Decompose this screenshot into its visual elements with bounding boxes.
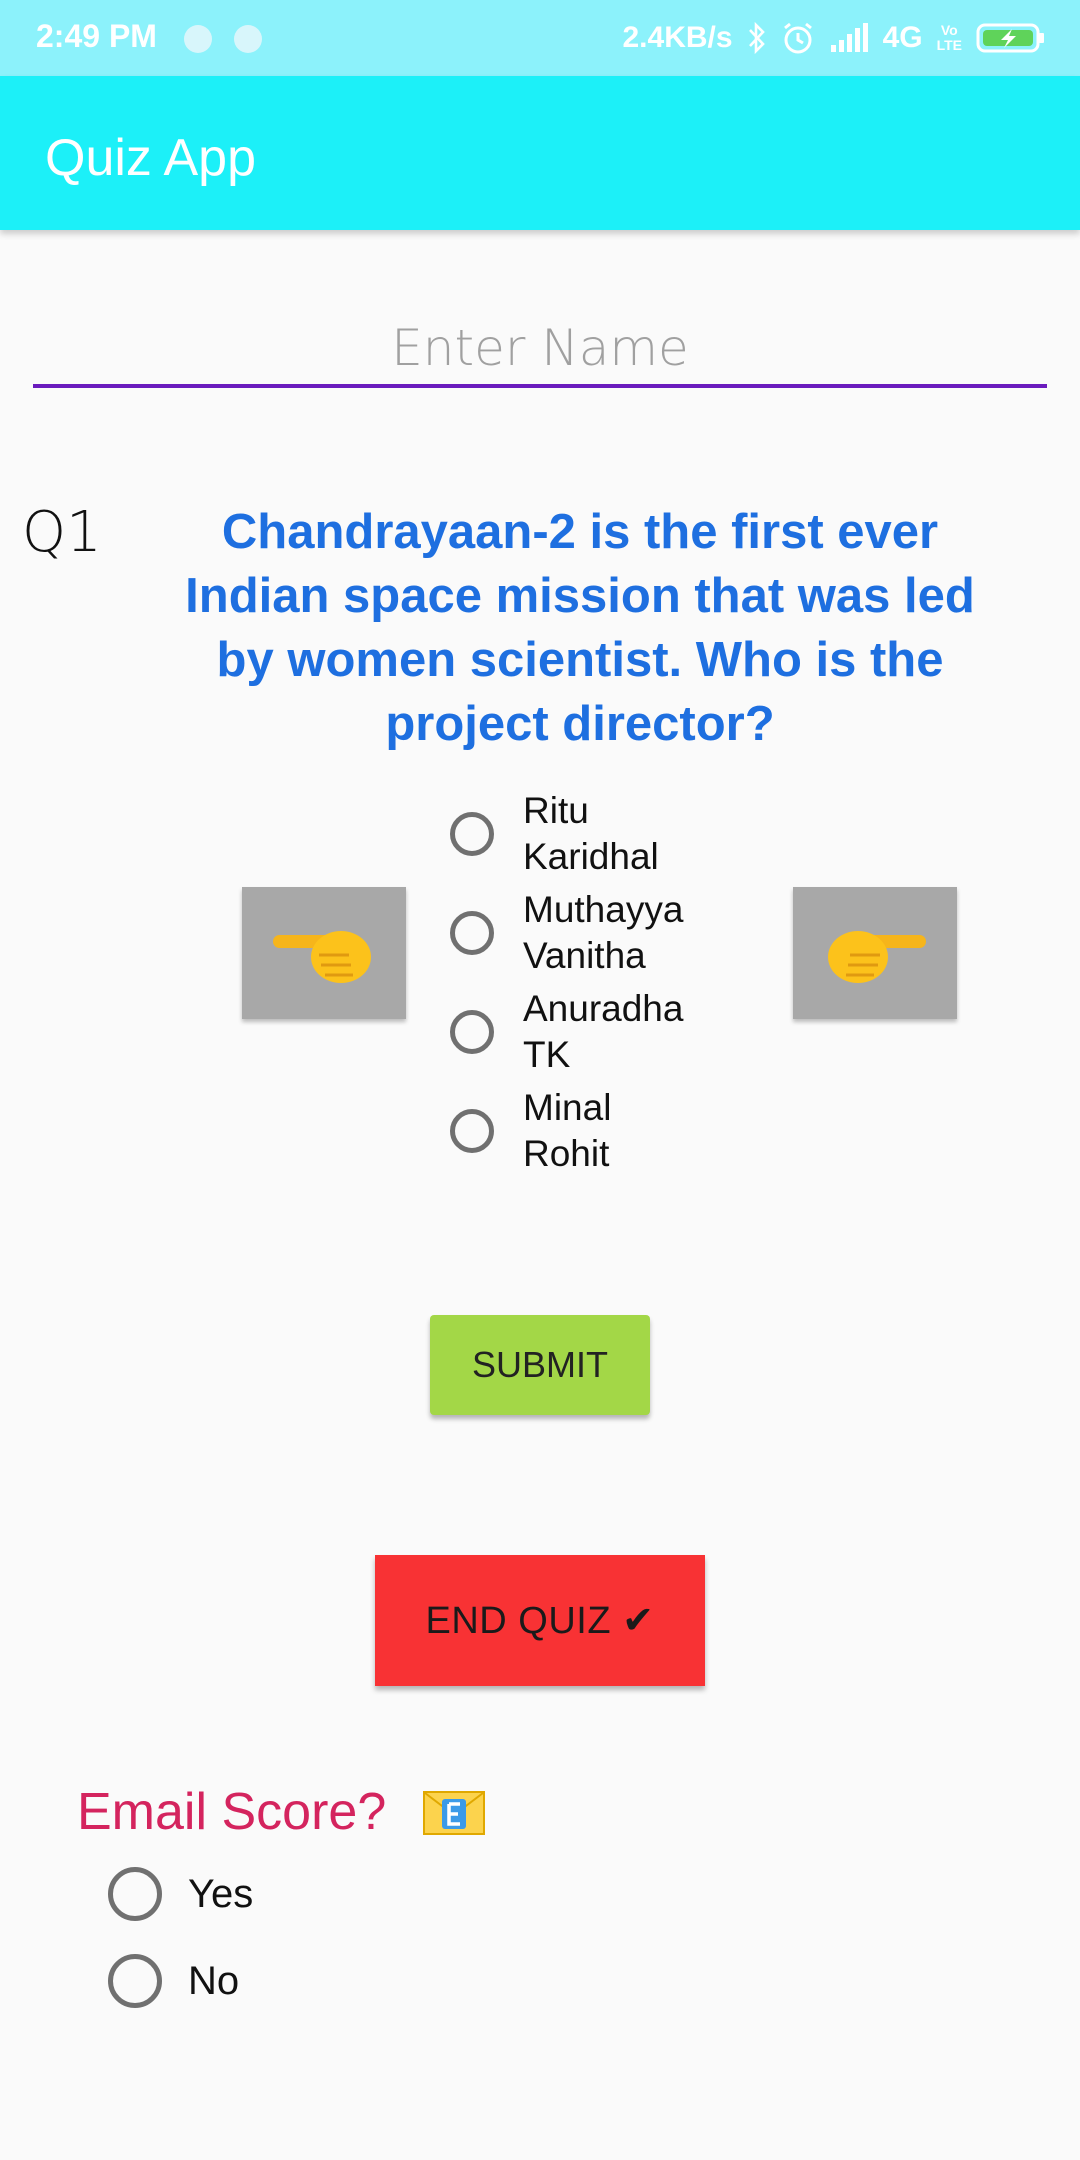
pointing-left-hand-icon [269, 911, 379, 996]
option-muthayya-vanitha[interactable]: Muthayya Vanitha [450, 887, 723, 979]
status-bar: 2:49 PM 2.4KB/s 4G Vo LTE [0, 0, 1080, 76]
option-anuradha-tk[interactable]: Anuradha TK [450, 986, 723, 1078]
email-score-title: Email Score? [77, 1783, 387, 1841]
submit-button[interactable]: SUBMIT [430, 1315, 650, 1415]
email-option-label: Yes [188, 1871, 254, 1916]
network-type: 4G [882, 21, 923, 54]
option-label: Anuradha TK [523, 988, 684, 1075]
option-label: Minal Rohit [523, 1087, 612, 1174]
option-minal-rohit[interactable]: Minal Rohit [450, 1085, 723, 1177]
name-input[interactable] [33, 312, 1047, 388]
radio-button[interactable] [450, 1010, 494, 1054]
network-speed: 2.4KB/s [622, 21, 733, 54]
app-title: Quiz App [45, 129, 257, 187]
signal-icon [829, 23, 869, 53]
end-quiz-button[interactable]: END QUIZ ✔ [375, 1555, 705, 1686]
option-label: Muthayya Vanitha [523, 889, 684, 976]
envelope-e-icon [423, 1790, 485, 1841]
radio-button[interactable] [108, 1954, 162, 2008]
option-ritu-karidhal[interactable]: Ritu Karidhal [450, 788, 723, 880]
radio-button[interactable] [108, 1867, 162, 1921]
previous-question-button[interactable] [242, 887, 406, 1019]
status-time: 2:49 PM [36, 18, 157, 54]
email-option-label: No [188, 1958, 240, 2003]
battery-charging-icon [976, 22, 1046, 54]
question-text: Chandrayaan-2 is the first ever Indian s… [185, 505, 975, 751]
radio-button[interactable] [450, 812, 494, 856]
radio-button[interactable] [450, 1109, 494, 1153]
alarm-icon [781, 21, 815, 55]
notification-dot-icon [234, 25, 262, 53]
question-number: Q1 [22, 500, 102, 565]
status-right: 2.4KB/s 4G Vo LTE [623, 16, 1047, 60]
radio-button[interactable] [450, 911, 494, 955]
notification-dot-icon [184, 25, 212, 53]
email-option-no[interactable]: No [108, 1954, 239, 2008]
option-label: Ritu Karidhal [523, 790, 659, 877]
pointing-right-hand-icon [820, 911, 930, 996]
bluetooth-icon [747, 21, 767, 55]
volte-icon: Vo LTE [936, 22, 962, 53]
email-option-yes[interactable]: Yes [108, 1867, 253, 1921]
next-question-button[interactable] [793, 887, 957, 1019]
app-bar: Quiz App [0, 76, 1080, 230]
